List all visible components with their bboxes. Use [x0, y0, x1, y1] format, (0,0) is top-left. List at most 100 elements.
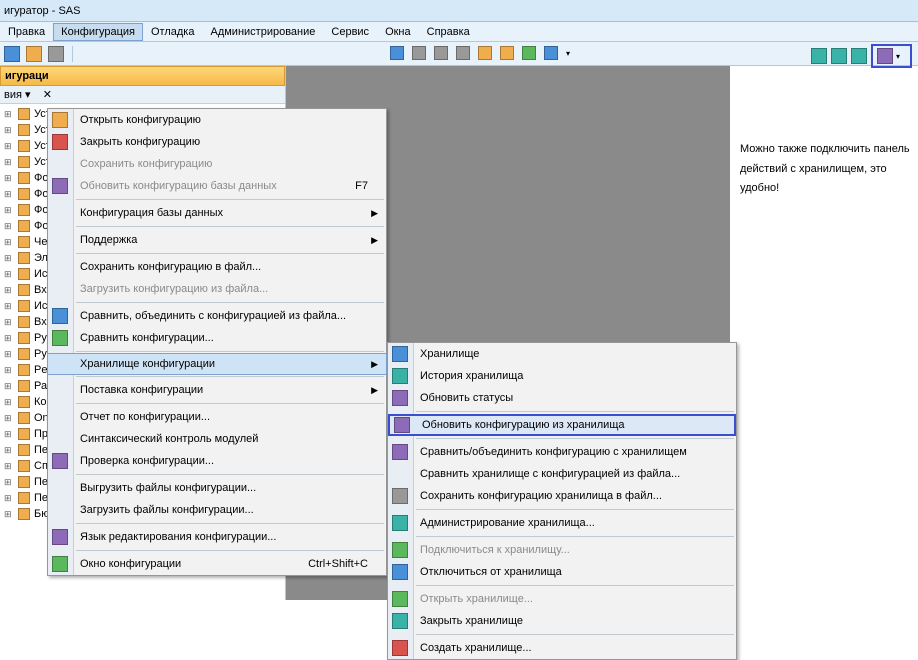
menu-item[interactable]: Хранилище [388, 343, 736, 365]
expand-icon: ⊞ [4, 381, 14, 392]
expand-icon: ⊞ [4, 429, 14, 440]
menu-item-label: Загрузить файлы конфигурации... [80, 504, 254, 516]
tool-icon-3[interactable] [851, 48, 867, 64]
t-icon[interactable] [456, 46, 470, 60]
pane-header: игураци [0, 66, 285, 86]
node-icon [18, 108, 30, 120]
node-icon [18, 268, 30, 280]
menu-item[interactable]: Сравнить/объединить конфигурацию с храни… [388, 441, 736, 463]
cut-icon[interactable] [48, 46, 64, 62]
menu-item[interactable]: Администрирование хранилища... [388, 512, 736, 534]
repo-panel-button[interactable]: ▾ [871, 44, 912, 68]
menu-item-label: Хранилище конфигурации [80, 358, 215, 370]
menu-отладка[interactable]: Отладка [143, 23, 202, 41]
menu-справка[interactable]: Справка [419, 23, 478, 41]
person-icon[interactable] [478, 46, 492, 60]
menu-item[interactable]: Проверка конфигурации... [48, 450, 386, 472]
pane-subheader[interactable]: вия ▾ ✕ [0, 86, 285, 104]
menu-item[interactable]: Обновить конфигурацию из хранилища [388, 414, 736, 436]
menu-item-label: Отчет по конфигурации... [80, 411, 210, 423]
menu-item[interactable]: Отчет по конфигурации... [48, 406, 386, 428]
menu-item[interactable]: Конфигурация базы данных▶ [48, 202, 386, 224]
lang-icon [52, 529, 68, 545]
menu-item[interactable]: Загрузить конфигурацию из файла... [48, 278, 386, 300]
expand-icon: ⊞ [4, 493, 14, 504]
t-icon[interactable] [434, 46, 448, 60]
extra-toolbar: ▾ [390, 46, 570, 60]
binocular-icon[interactable] [500, 46, 514, 60]
menu-item[interactable]: Выгрузить файлы конфигурации... [48, 477, 386, 499]
menu-item-label: Сравнить, объединить с конфигурацией из … [80, 310, 346, 322]
admin-icon [392, 515, 408, 531]
t-icon[interactable] [390, 46, 404, 60]
menu-item[interactable]: История хранилища [388, 365, 736, 387]
menu-окна[interactable]: Окна [377, 23, 419, 41]
shortcut-label: F7 [355, 180, 368, 192]
menu-item-label: Сравнить конфигурации... [80, 332, 214, 344]
t-icon[interactable] [544, 46, 558, 60]
tool-icon-1[interactable] [811, 48, 827, 64]
menu-item[interactable]: Загрузить файлы конфигурации... [48, 499, 386, 521]
node-icon [18, 252, 30, 264]
separator [72, 46, 73, 62]
menu-item[interactable]: Синтаксический контроль модулей [48, 428, 386, 450]
node-icon [18, 444, 30, 456]
tool-icon-2[interactable] [831, 48, 847, 64]
node-icon [18, 204, 30, 216]
menu-item-label: Подключиться к хранилищу... [420, 544, 570, 556]
menu-separator [416, 536, 734, 537]
menu-item[interactable]: Обновить конфигурацию базы данныхF7 [48, 175, 386, 197]
menu-item-label: Выгрузить файлы конфигурации... [80, 482, 256, 494]
menu-item[interactable]: Сохранить конфигурацию в файл... [48, 256, 386, 278]
menu-item[interactable]: Открыть конфигурацию [48, 109, 386, 131]
menu-item[interactable]: Закрыть хранилище [388, 610, 736, 632]
menu-item[interactable]: Создать хранилище... [388, 637, 736, 659]
expand-icon: ⊞ [4, 269, 14, 280]
menu-правка[interactable]: Правка [0, 23, 53, 41]
menu-item-label: Поставка конфигурации [80, 384, 203, 396]
menu-item[interactable]: Сравнить, объединить с конфигурацией из … [48, 305, 386, 327]
menu-separator [416, 509, 734, 510]
node-icon [18, 348, 30, 360]
menu-сервис[interactable]: Сервис [323, 23, 377, 41]
menu-item[interactable]: Язык редактирования конфигурации... [48, 526, 386, 548]
menu-item[interactable]: Хранилище конфигурации ▶ [47, 353, 387, 375]
close-icon [52, 134, 68, 150]
menu-администрирование[interactable]: Администрирование [202, 23, 323, 41]
menu-item[interactable]: Отключиться от хранилища [388, 561, 736, 583]
menu-separator [76, 376, 384, 377]
menu-item[interactable]: Закрыть конфигурацию [48, 131, 386, 153]
compare-icon [52, 308, 68, 324]
menu-item[interactable]: Сохранить конфигурацию хранилища в файл.… [388, 485, 736, 507]
menu-item-label: История хранилища [420, 370, 523, 382]
connect-icon [392, 542, 408, 558]
t-icon[interactable] [412, 46, 426, 60]
menu-item[interactable]: Окно конфигурацииCtrl+Shift+C [48, 553, 386, 575]
menu-item[interactable]: Сохранить конфигурацию [48, 153, 386, 175]
node-icon [18, 412, 30, 424]
expand-icon: ⊞ [4, 189, 14, 200]
dropdown-arrow-icon: ▾ [896, 52, 900, 61]
menu-конфигурация[interactable]: Конфигурация [53, 23, 143, 41]
t-icon[interactable] [522, 46, 536, 60]
menu-item[interactable]: Обновить статусы [388, 387, 736, 409]
menu-separator [76, 403, 384, 404]
menu-item-label: Язык редактирования конфигурации... [80, 531, 276, 543]
menu-item-label: Открыть конфигурацию [80, 114, 201, 126]
expand-icon: ⊞ [4, 173, 14, 184]
note-text: Можно также подключить панель действий с… [740, 143, 910, 194]
menu-separator [416, 411, 734, 412]
expand-icon: ⊞ [4, 461, 14, 472]
menu-item[interactable]: Поставка конфигурации▶ [48, 379, 386, 401]
create-icon [392, 640, 408, 656]
menu-item[interactable]: Сравнить конфигурации... [48, 327, 386, 349]
open-icon[interactable] [26, 46, 42, 62]
menu-item[interactable]: Открыть хранилище... [388, 588, 736, 610]
node-icon [18, 172, 30, 184]
menu-item[interactable]: Поддержка▶ [48, 229, 386, 251]
new-icon[interactable] [4, 46, 20, 62]
dropdown-arrow-icon[interactable]: ▾ [566, 49, 570, 58]
submenu-arrow-icon: ▶ [371, 359, 378, 370]
menu-item[interactable]: Сравнить хранилище с конфигурацией из фа… [388, 463, 736, 485]
menu-item[interactable]: Подключиться к хранилищу... [388, 539, 736, 561]
